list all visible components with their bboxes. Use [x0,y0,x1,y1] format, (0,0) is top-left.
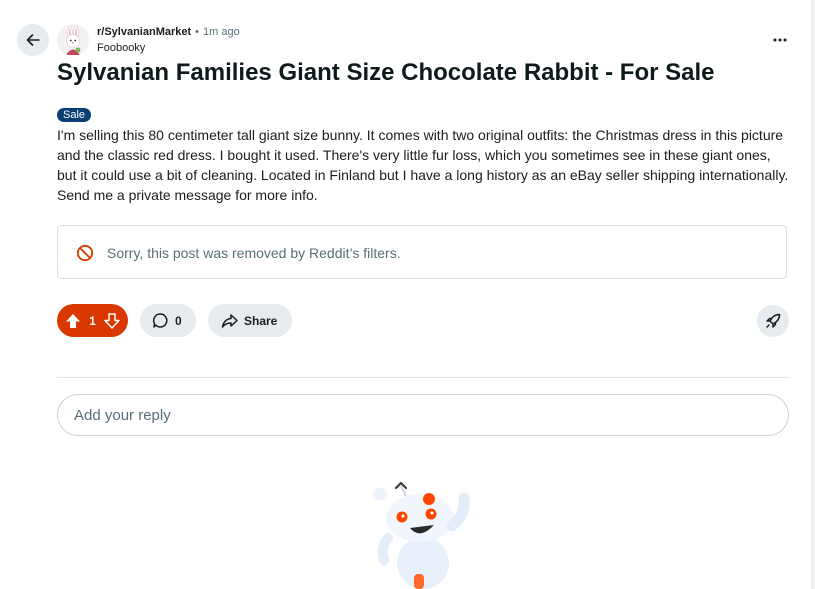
share-arrow-icon [221,314,238,328]
post-flair[interactable]: Sale [57,108,92,122]
post-meta: r/SylvanianMarket • 1m ago [97,25,240,39]
downvote-button[interactable] [102,311,122,331]
removed-notice: Sorry, this post was removed by Reddit’s… [57,225,787,279]
snoo-mascot-icon [373,481,470,589]
removed-notice-text: Sorry, this post was removed by Reddit’s… [107,245,401,261]
subreddit-avatar[interactable] [57,24,89,56]
arrow-up-icon [66,313,80,328]
subreddit-link[interactable]: r/SylvanianMarket [97,26,191,38]
post-body: I'm selling this 80 centimeter tall gian… [57,127,789,203]
upvote-button[interactable] [63,311,83,331]
back-button[interactable] [17,24,49,56]
section-divider [57,377,789,378]
more-horizontal-icon [773,38,787,42]
vote-count: 1 [89,313,96,328]
right-scroll-edge [811,0,815,589]
comment-count: 0 [175,313,182,328]
comment-bubble-icon [152,313,168,328]
post-time: 1m ago [203,26,240,38]
author-link[interactable]: Foobooky [97,41,145,55]
more-options-button[interactable] [764,27,796,53]
reply-input[interactable] [57,394,789,436]
arrow-down-icon [104,312,120,329]
share-label: Share [244,313,278,328]
comments-button[interactable]: 0 [140,304,196,337]
share-button[interactable]: Share [208,304,292,337]
post-title: Sylvanian Families Giant Size Chocolate … [57,59,715,86]
award-button[interactable] [757,305,789,337]
meta-separator: • [195,26,200,38]
rocket-icon [766,313,781,328]
arrow-left-icon [26,34,40,46]
vote-control: 1 [57,304,128,337]
prohibited-icon [76,244,94,262]
